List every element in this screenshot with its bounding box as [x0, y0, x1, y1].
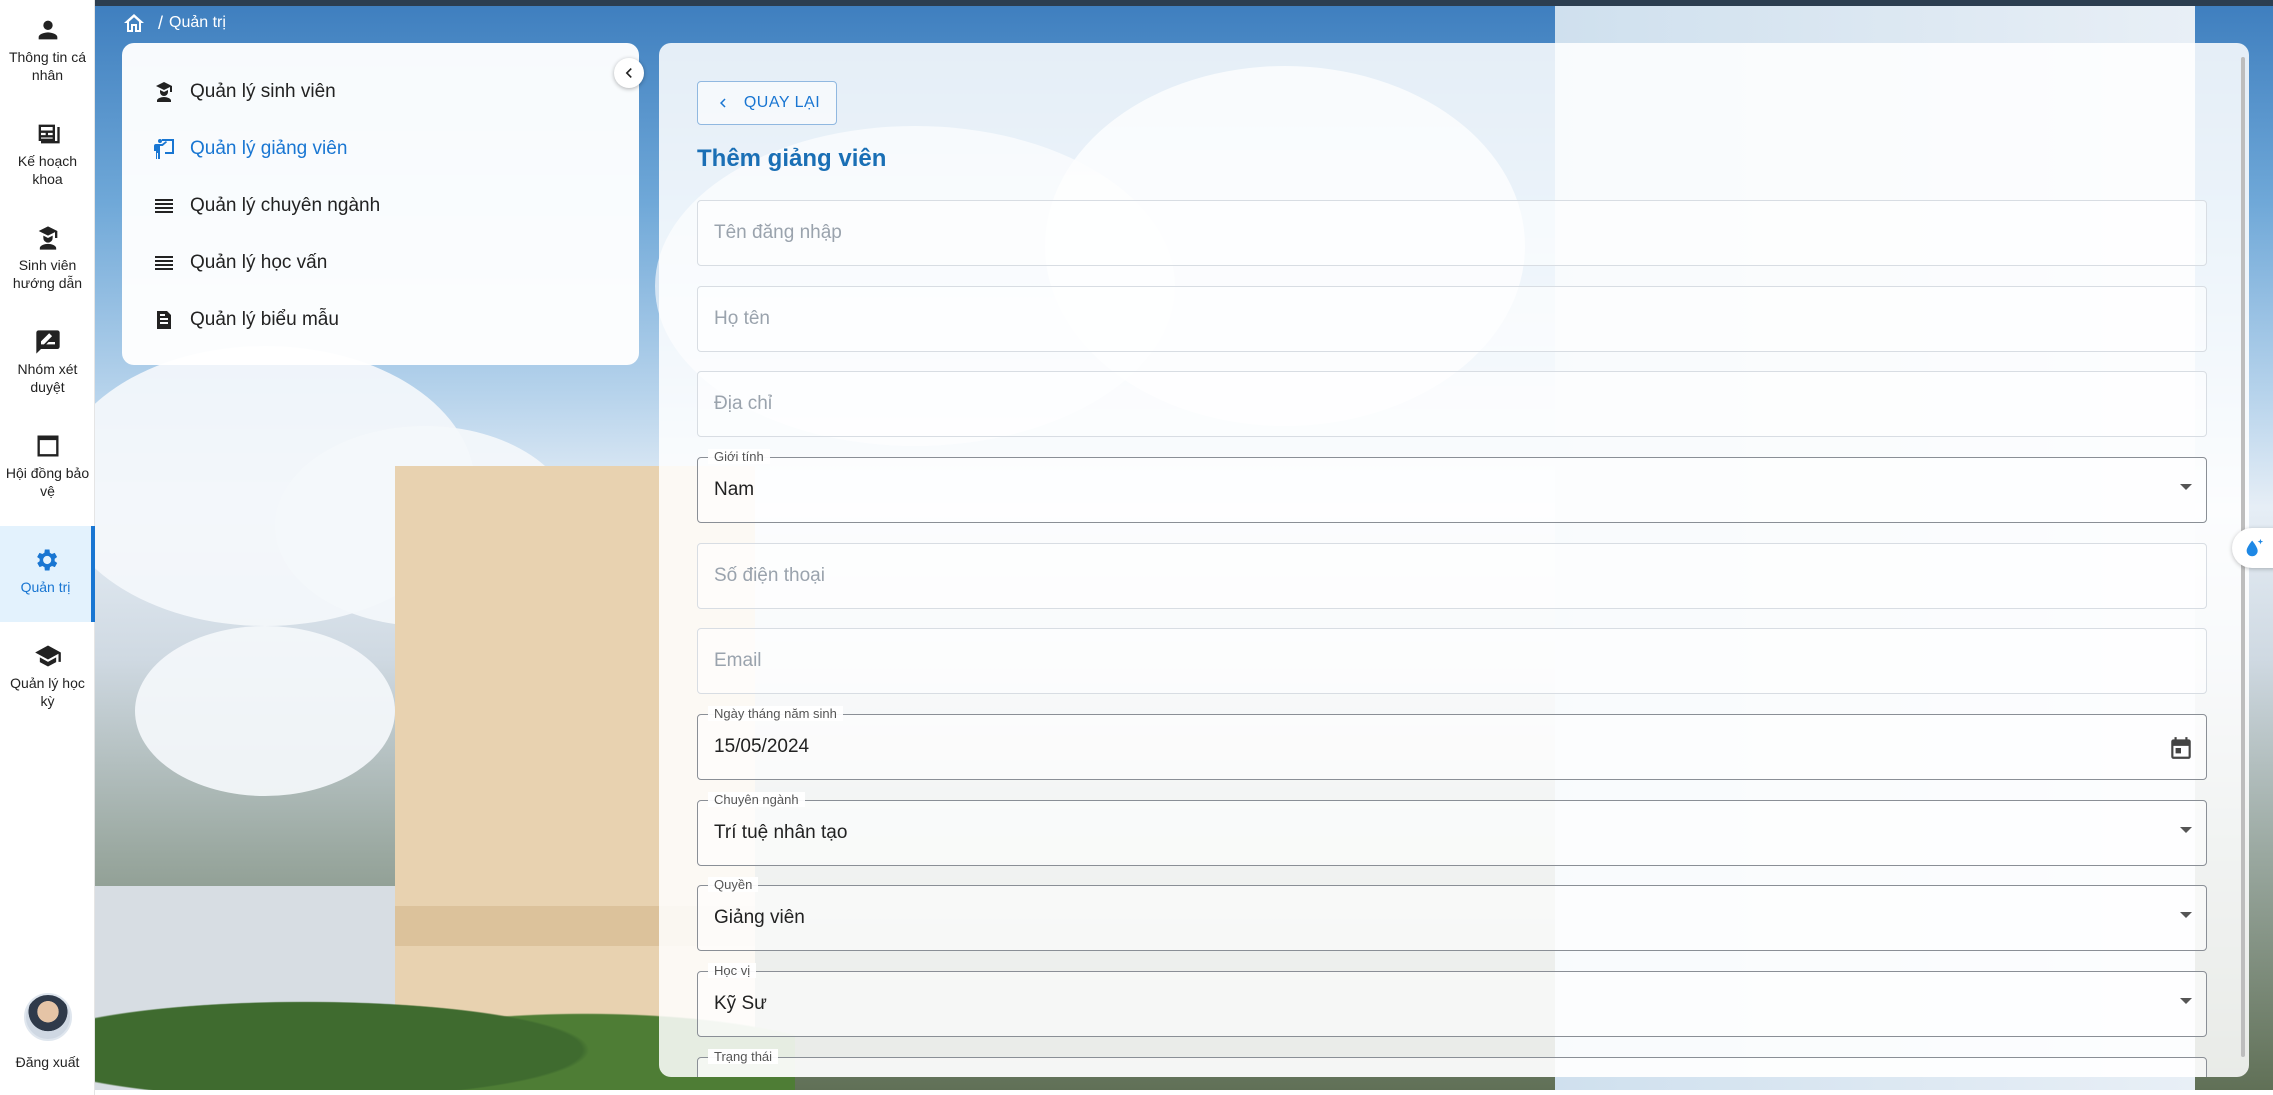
newspaper-icon [38, 124, 60, 144]
teacher-icon [154, 138, 174, 159]
rate-review-icon [35, 330, 60, 354]
degree-select[interactable]: Học vị Kỹ Sư [697, 963, 2207, 1037]
role-value: Giảng viên [714, 907, 805, 928]
sparkle-drop-icon [2246, 538, 2264, 557]
gear-icon [36, 549, 57, 571]
role-label: Quyền [708, 877, 759, 892]
birthday-field[interactable]: Ngày tháng năm sinh 15/05/2024 [697, 706, 2207, 780]
nav-item-department-plan[interactable]: Kế hoạch khoa [0, 120, 95, 188]
submenu-item-lecturers[interactable]: Quản lý giảng viên [122, 120, 639, 177]
degree-label: Học vị [708, 963, 757, 978]
nav-item-supervised-students[interactable]: Sinh viên hướng dẫn [0, 224, 95, 292]
phone-field[interactable] [697, 543, 2207, 609]
submenu-item-majors[interactable]: Quản lý chuyên ngành [122, 177, 639, 234]
student-icon [156, 81, 172, 102]
breadcrumb-current: Quản trị [169, 14, 226, 31]
breadcrumb: / Quản trị [122, 10, 226, 36]
calendar-icon[interactable] [2168, 735, 2194, 761]
major-label: Chuyên ngành [708, 792, 805, 807]
graduation-cap-icon [34, 645, 61, 667]
nav-item-semester-management[interactable]: Quản lý học kỳ [0, 642, 95, 710]
logout-button[interactable]: Đăng xuất [0, 1054, 95, 1070]
fullname-field[interactable] [697, 286, 2207, 352]
window-icon [37, 435, 58, 457]
nav-item-label: Quản lý học kỳ [10, 675, 85, 709]
dropdown-arrow-icon [2180, 484, 2192, 490]
assistant-float-button[interactable] [2232, 528, 2273, 568]
role-select[interactable]: Quyền Giảng viên [697, 877, 2207, 951]
nav-item-label: Sinh viên hướng dẫn [12, 257, 83, 291]
birthday-value: 15/05/2024 [714, 736, 810, 757]
email-field[interactable] [697, 628, 2207, 694]
major-select[interactable]: Chuyên ngành Trí tuệ nhân tạo [697, 792, 2207, 866]
nav-item-label: Kế hoạch khoa [17, 153, 78, 187]
address-input[interactable] [698, 372, 2206, 436]
breadcrumb-separator: / [158, 12, 164, 33]
dropdown-arrow-icon [2180, 827, 2192, 833]
degree-value: Kỹ Sư [714, 993, 767, 1014]
nav-rail: Thông tin cá nhân Kế hoạch khoa Sinh viê… [0, 0, 95, 1095]
back-button[interactable]: QUAY LẠI [697, 81, 837, 125]
gender-select[interactable]: Giới tính Nam [697, 449, 2207, 523]
nav-item-personal-info[interactable]: Thông tin cá nhân [0, 16, 95, 84]
nav-item-label: Quản trị [20, 579, 71, 595]
nav-item-label: Hội đồng bảo vệ [5, 465, 90, 499]
add-lecturer-card: QUAY LẠI Thêm giảng viên Giới tính Nam N… [659, 43, 2249, 1077]
fullname-input[interactable] [698, 287, 2206, 351]
submenu-item-education[interactable]: Quản lý học vấn [122, 234, 639, 291]
back-button-label: QUAY LẠI [743, 94, 821, 111]
address-field[interactable] [697, 371, 2207, 437]
birthday-label: Ngày tháng năm sinh [708, 706, 843, 721]
username-input[interactable] [698, 201, 2206, 265]
dropdown-arrow-icon [2180, 912, 2192, 918]
submenu-item-label: Quản lý chuyên ngành [190, 194, 381, 216]
person-icon [38, 20, 57, 40]
chevron-left-icon [719, 98, 726, 108]
submenu-item-label: Quản lý biểu mẫu [190, 308, 339, 330]
submenu-item-label: Quản lý giảng viên [190, 137, 348, 159]
phone-input[interactable] [698, 544, 2206, 608]
nav-item-admin[interactable]: Quản trị [0, 526, 95, 622]
nav-item-label: Thông tin cá nhân [8, 49, 87, 83]
major-value: Trí tuệ nhân tạo [714, 822, 848, 843]
list-icon [155, 198, 173, 213]
nav-item-review-group[interactable]: Nhóm xét duyệt [0, 328, 95, 396]
nav-item-label: Nhóm xét duyệt [17, 361, 78, 395]
submenu-item-forms[interactable]: Quản lý biểu mẫu [122, 291, 639, 348]
home-icon[interactable] [122, 11, 146, 35]
chevron-left-icon [625, 68, 632, 78]
submenu-item-students[interactable]: Quản lý sinh viên [122, 63, 639, 120]
submenu-item-label: Quản lý học vấn [190, 251, 328, 273]
student-icon [38, 226, 57, 250]
gender-label: Giới tính [708, 449, 770, 464]
document-icon [157, 310, 171, 329]
collapse-submenu-button[interactable] [614, 58, 644, 88]
username-field[interactable] [697, 200, 2207, 266]
user-avatar[interactable] [24, 993, 72, 1041]
submenu-item-label: Quản lý sinh viên [190, 80, 336, 102]
email-input[interactable] [698, 629, 2206, 693]
list-icon [155, 255, 173, 270]
dropdown-arrow-icon [2180, 998, 2192, 1004]
admin-submenu: Quản lý sinh viên Quản lý giảng viên Quả… [122, 43, 639, 365]
gender-value: Nam [714, 479, 755, 500]
page-title: Thêm giảng viên [697, 145, 887, 172]
status-select[interactable]: Trạng thái [697, 1049, 2207, 1077]
nav-item-defense-council[interactable]: Hội đồng bảo vệ [0, 432, 95, 500]
status-label: Trạng thái [708, 1049, 779, 1064]
